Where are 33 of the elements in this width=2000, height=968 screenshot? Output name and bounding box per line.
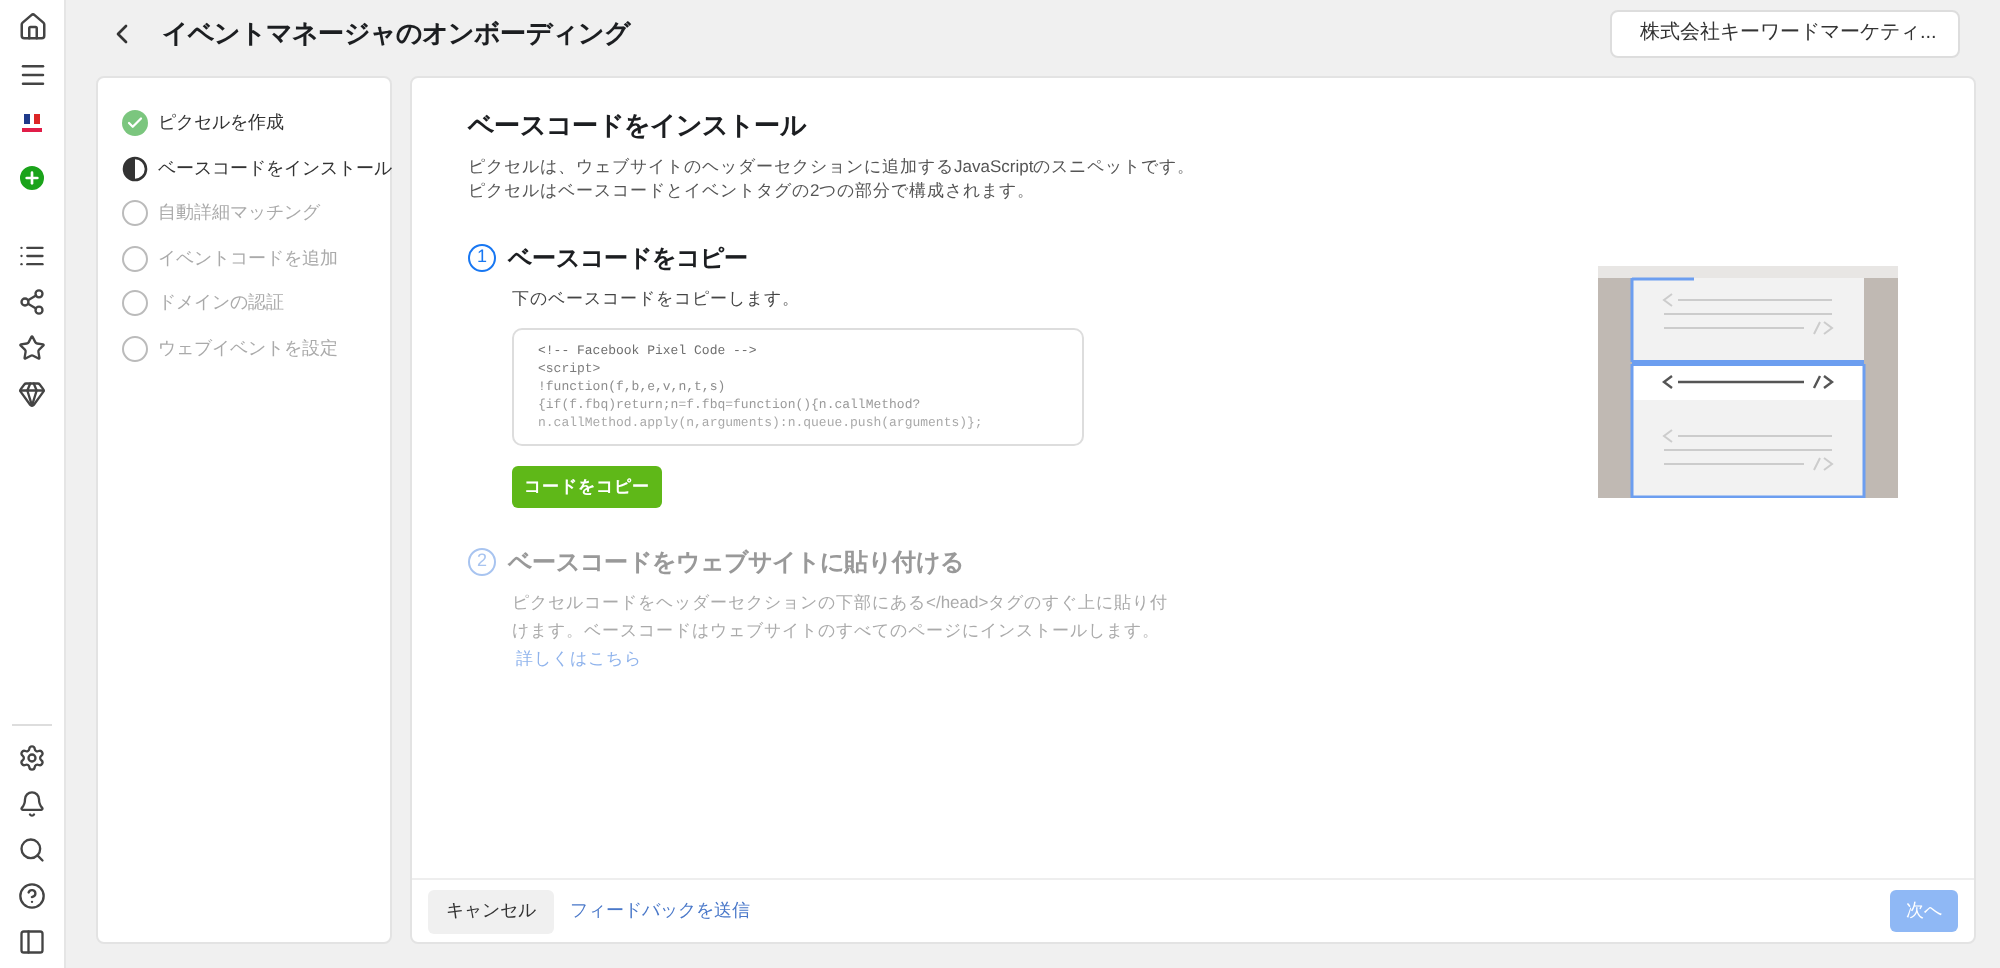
star-icon[interactable] [18,334,46,362]
section-title: ベースコードをインストール [468,108,809,144]
search-icon[interactable] [18,836,46,864]
step-label[interactable]: ベースコードをインストール [158,155,392,182]
step-label[interactable]: ウェブイベントを設定 [158,335,338,362]
step-title: ベースコードをウェブサイトに貼り付ける [508,546,964,580]
intro-text: ピクセルは、ウェブサイトのヘッダーセクションに追加するJavaScriptのスニペットです。 [468,153,1198,179]
cancel-button[interactable]: キャンセル [428,889,554,933]
intro-text: ピクセルはベースコードとイベントタグの2つの部分で構成されます。 [468,178,1038,204]
home-icon[interactable] [17,12,47,42]
list-icon[interactable] [18,242,46,270]
logo-icon [18,108,46,136]
network-icon[interactable] [18,288,46,316]
step-label[interactable]: 自動詳細マッチング [158,200,320,227]
account-dropdown[interactable]: 株式会社キーワードマーケティ... [1610,9,1960,57]
step-description: ピクセルコードをヘッダーセクションの下部にある</head>タグのすぐ上に貼り付けます。ベースコードはウェブサイトのすべてのページにインストールします。 詳しくはこちら [512,590,1171,672]
step-title: ベースコードをコピー [508,242,748,276]
help-icon[interactable] [18,882,46,910]
feedback-link[interactable]: フィードバックを送信 [570,897,750,925]
step-label[interactable]: ピクセルを作成 [158,110,284,137]
step-number: 2 [468,548,496,576]
panel-icon[interactable] [18,928,46,956]
settings-icon[interactable] [18,744,46,772]
step-description: 下のベースコードをコピーします。 [512,286,802,312]
step-label[interactable]: イベントコードを追加 [158,245,338,272]
step-number: 1 [468,244,496,272]
bell-icon[interactable] [18,790,46,818]
gem-icon[interactable] [18,380,46,408]
add-icon[interactable] [16,162,48,194]
step-label[interactable]: ドメインの認証 [158,290,284,317]
copy-code-button[interactable]: コードをコピー [512,466,662,508]
page-title: イベントマネージャのオンボーディング [162,15,630,52]
menu-icon[interactable] [17,60,47,90]
